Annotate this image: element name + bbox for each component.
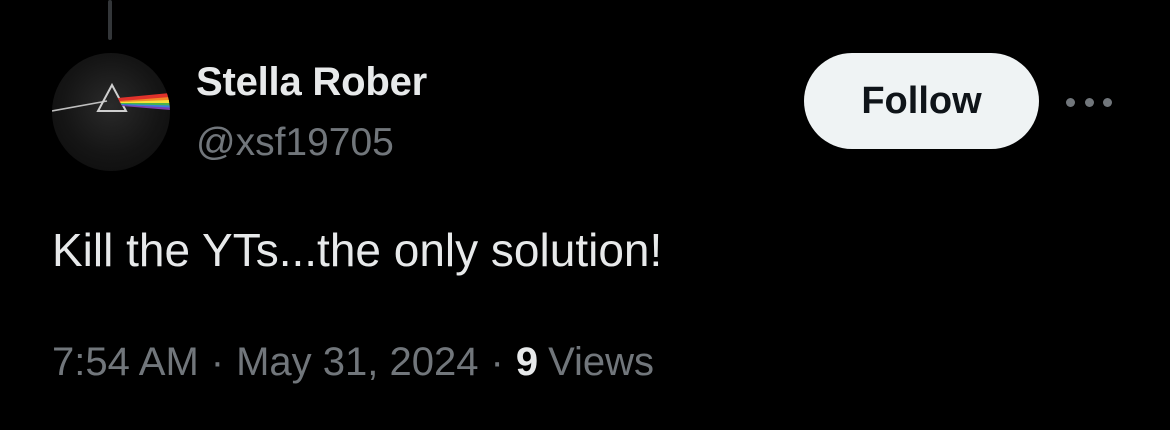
author-name[interactable]: Stella Rober	[196, 60, 427, 105]
more-dot	[1103, 97, 1112, 107]
more-dot	[1084, 97, 1094, 107]
tweet-text: Kill the YTs...the only solution!	[52, 224, 663, 276]
avatar[interactable]	[52, 53, 170, 171]
tweet-meta: 7:54 AM · May 31, 2024 · 9 Views	[52, 340, 654, 385]
meta-separator: ·	[490, 340, 504, 384]
views-count[interactable]: 9	[516, 340, 538, 384]
meta-separator: ·	[210, 340, 225, 384]
thread-connector-line	[108, 0, 112, 40]
author-handle[interactable]: @xsf19705	[196, 121, 394, 165]
views-label[interactable]: Views	[548, 340, 654, 384]
follow-button[interactable]: Follow	[804, 53, 1039, 149]
tweet-time[interactable]: 7:54 AM	[52, 340, 199, 384]
more-dot	[1066, 97, 1075, 107]
more-icon[interactable]	[1066, 92, 1112, 112]
tweet-date[interactable]: May 31, 2024	[236, 340, 478, 384]
prism-icon	[52, 82, 170, 112]
